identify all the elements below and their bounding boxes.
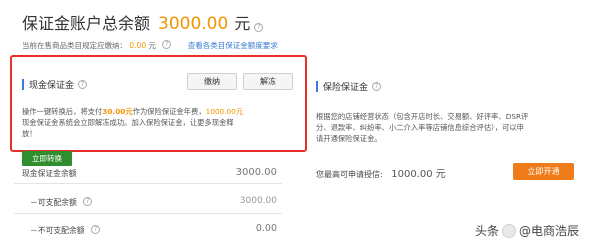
max-credit-row: 您最高可申请授信: 1000.00 元	[316, 165, 446, 180]
available-balance-value: 3000.00	[239, 196, 277, 206]
desc-pay-amount: 30.00元	[102, 107, 133, 116]
available-balance-label: －可支配余额 ?	[30, 197, 93, 208]
insurance-deposit-description: 根据您的店铺经营状态（包含开店时长、交易额、好评率、DSR评 分、退款率、纠纷率…	[316, 111, 581, 144]
watermark-text-right: @电商浩辰	[519, 224, 580, 238]
total-balance-unit: 元	[234, 14, 251, 33]
desc-line-3: 放！	[22, 129, 37, 138]
max-credit-amount: 1000.00 元	[391, 169, 446, 180]
account-balance-header: 保证金账户总余额 3000.00 元 ?	[22, 10, 264, 36]
insurance-desc-line-2: 分、退款率、纠纷率、小二介入率等店铺信息综合评估），可以申	[316, 123, 524, 132]
total-balance-amount: 3000.00	[158, 14, 229, 34]
unavailable-balance-label: －不可支配余额 ?	[30, 225, 101, 236]
open-insurance-button[interactable]: 立即开通	[513, 163, 574, 180]
cash-balance-label: 现金保证金余额	[22, 169, 77, 178]
cash-deposit-description: 操作一键转换后，将支付30.00元作为保险保证金年费，1000.00元 现金保证…	[22, 106, 302, 139]
question-circle-icon[interactable]: ?	[83, 197, 93, 206]
insurance-deposit-header: 保险保证金 ?	[316, 80, 382, 93]
category-requirement-row: 当前在售商品类目规定应缴纳： 0.00 元 ? 查看各类目保证金额度要求	[22, 40, 278, 51]
category-requirement-link[interactable]: 查看各类目保证金额度要求	[188, 41, 278, 50]
desc-line-2: 现金保证金系统会立即解冻成功。加入保险保证金，让更多现金释	[22, 118, 234, 127]
available-balance-text: －可支配余额	[30, 198, 77, 207]
watermark: 头条 @电商浩辰	[475, 222, 579, 239]
desc-release-amount: 1000.00元	[205, 107, 244, 116]
question-circle-icon[interactable]: ?	[162, 40, 172, 49]
pay-button[interactable]: 缴纳	[187, 73, 237, 90]
unavailable-balance-text: －不可支配余额	[30, 226, 85, 235]
cash-deposit-title: 现金保证金	[29, 81, 75, 91]
question-circle-icon[interactable]: ?	[91, 225, 101, 234]
insurance-desc-line-1: 根据您的店铺经营状态（包含开店时长、交易额、好评率、DSR评	[316, 112, 529, 121]
row-divider	[14, 183, 282, 184]
desc-prefix: 操作一键转换后，将支付	[22, 107, 103, 116]
max-credit-label: 您最高可申请授信:	[316, 170, 383, 179]
requirement-label: 当前在售商品类目规定应缴纳：	[22, 41, 127, 50]
desc-middle: 作为保险保证金年费，	[132, 107, 206, 116]
requirement-value: 0.00	[129, 41, 147, 50]
unavailable-balance-value: 0.00	[255, 223, 277, 234]
page-title: 保证金账户总余额	[22, 14, 151, 33]
section-accent-bar	[22, 79, 24, 90]
insurance-deposit-title: 保险保证金	[323, 83, 369, 93]
requirement-unit: 元	[148, 41, 156, 50]
section-accent-bar	[316, 81, 318, 92]
unfreeze-button[interactable]: 解冻	[243, 73, 293, 90]
cash-balance-value: 3000.00	[235, 167, 277, 178]
row-divider	[14, 213, 282, 214]
question-circle-icon[interactable]: ?	[254, 23, 264, 32]
question-circle-icon[interactable]: ?	[372, 82, 382, 91]
watermark-text-left: 头条	[475, 224, 500, 238]
question-circle-icon[interactable]: ?	[78, 80, 88, 89]
cash-deposit-header: 现金保证金 ?	[22, 78, 88, 91]
insurance-desc-line-3: 请开通保险保证金。	[316, 134, 382, 143]
avatar-icon	[502, 223, 517, 238]
convert-now-button[interactable]: 立即转换	[22, 151, 72, 166]
